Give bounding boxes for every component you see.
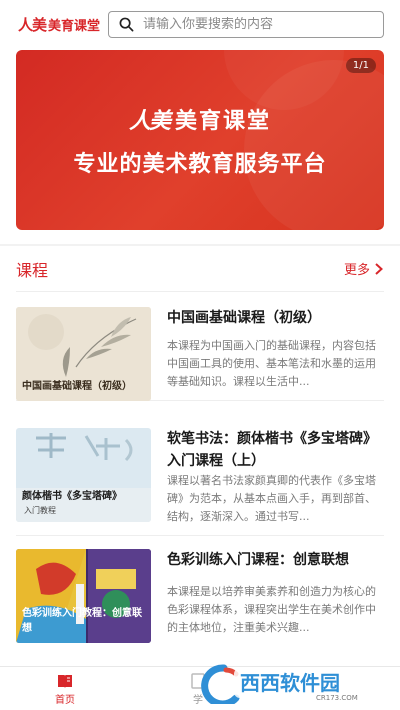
banner-brand: 人美 美育课堂 xyxy=(16,103,384,135)
course-title: 色彩训练入门课程：创意联想 xyxy=(167,552,349,568)
watermark-logo: 西西软件园 CR173.COM xyxy=(196,660,386,708)
thumbnail-caption: 颜体楷书《多宝塔碑》 xyxy=(22,491,122,502)
course-thumbnail: 颜体楷书《多宝塔碑》 入门教程 xyxy=(16,428,151,522)
course-item[interactable]: 色彩训练入门教程：创意联想 色彩训练入门课程：创意联想 本课程是以培养审美素养和… xyxy=(16,535,384,657)
course-item[interactable]: 颜体楷书《多宝塔碑》 入门教程 软笔书法：颜体楷书《多宝塔碑》入门课程（上） 课… xyxy=(16,414,384,536)
courses-section: 课程 更多 中国画基础课程（初级） 中国画基础课程（初级） 本课程为中国画入门的… xyxy=(0,246,400,666)
book-icon xyxy=(58,675,72,688)
search-box[interactable] xyxy=(108,11,384,38)
tab-home-label: 首页 xyxy=(55,695,75,706)
search-icon xyxy=(119,17,134,32)
banner-brand-mark: 人美 xyxy=(128,109,171,134)
app-logo: 人美 美育课堂 xyxy=(18,14,106,35)
section-header: 课程 更多 xyxy=(16,246,384,292)
course-item[interactable]: 中国画基础课程（初级） 中国画基础课程（初级） 本课程为中国画入门的基础课程，内… xyxy=(16,293,384,401)
course-thumbnail: 色彩训练入门教程：创意联想 xyxy=(16,549,151,643)
thumbnail-caption: 中国画基础课程（初级） xyxy=(22,381,132,392)
section-title: 课程 xyxy=(16,260,49,280)
banner-slide[interactable]: 1/1 人美 美育课堂 专业的美术教育服务平台 xyxy=(16,50,384,230)
course-title: 中国画基础课程（初级） xyxy=(167,310,321,326)
tab-home[interactable]: 首页 xyxy=(55,671,75,706)
thumbnail-caption: 色彩训练入门教程：创意联想 xyxy=(22,608,142,634)
logo-text: 美育课堂 xyxy=(48,18,101,34)
logo-mark: 人美 xyxy=(18,15,47,34)
course-thumbnail: 中国画基础课程（初级） xyxy=(16,307,151,401)
watermark-text: 西西软件园 xyxy=(240,671,340,695)
top-bar: 人美 美育课堂 xyxy=(0,0,400,48)
watermark-sub: CR173.COM xyxy=(316,694,358,702)
more-link[interactable]: 更多 xyxy=(344,259,384,278)
course-title: 软笔书法：颜体楷书《多宝塔碑》入门课程（上） xyxy=(167,431,377,469)
chevron-right-icon xyxy=(375,262,383,275)
banner-slogan: 专业的美术教育服务平台 xyxy=(73,152,327,177)
thumbnail-subcaption: 入门教程 xyxy=(24,506,56,515)
banner-brand-text: 美育课堂 xyxy=(175,109,272,134)
course-description: 课程以著名书法家颜真卿的代表作《多宝塔碑》为范本，从基本点画入手，再到部首、结构… xyxy=(167,474,376,523)
course-description: 本课程是以培养审美素养和创造力为核心的色彩课程体系，课程突出学生在美术创作中的主… xyxy=(167,585,376,634)
course-description: 本课程为中国画入门的基础课程，内容包括中国画工具的使用、基本笔法和水墨的运用等基… xyxy=(167,339,376,388)
more-label: 更多 xyxy=(343,263,370,278)
banner-area: 1/1 人美 美育课堂 专业的美术教育服务平台 xyxy=(0,48,400,244)
search-input[interactable] xyxy=(143,17,363,32)
banner-pager: 1/1 xyxy=(345,58,376,73)
